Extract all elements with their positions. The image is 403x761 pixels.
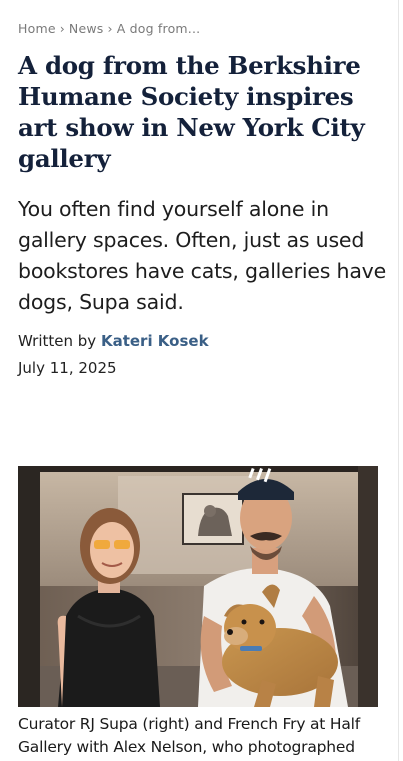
article-dek: You often find yourself alone in gallery…	[18, 197, 387, 314]
lead-photo[interactable]	[18, 466, 378, 707]
article-headline: A dog from the Berkshire Humane Society …	[18, 51, 365, 173]
publish-date: July 11, 2025	[18, 359, 117, 377]
lead-figure: Curator RJ Supa (right) and French Fry a…	[18, 466, 378, 759]
breadcrumb-news-link[interactable]: News	[69, 21, 104, 36]
byline-prefix: Written by	[18, 332, 97, 350]
breadcrumb-home-link[interactable]: Home	[18, 21, 56, 36]
page-edge-divider	[398, 0, 399, 761]
article: Home › News › A dog from... A dog from the B…	[18, 0, 388, 378]
lead-photo-caption: Curator RJ Supa (right) and French Fry a…	[18, 715, 361, 756]
breadcrumb-separator: ›	[107, 21, 113, 36]
breadcrumb-separator: ›	[59, 21, 65, 36]
breadcrumb-current: A dog from...	[116, 21, 201, 36]
byline: Written by Kateri Kosek	[18, 331, 388, 351]
author-link[interactable]: Kateri Kosek	[101, 332, 209, 350]
breadcrumb: Home › News › A dog from...	[18, 21, 388, 36]
lead-photo-illustration	[18, 466, 378, 707]
